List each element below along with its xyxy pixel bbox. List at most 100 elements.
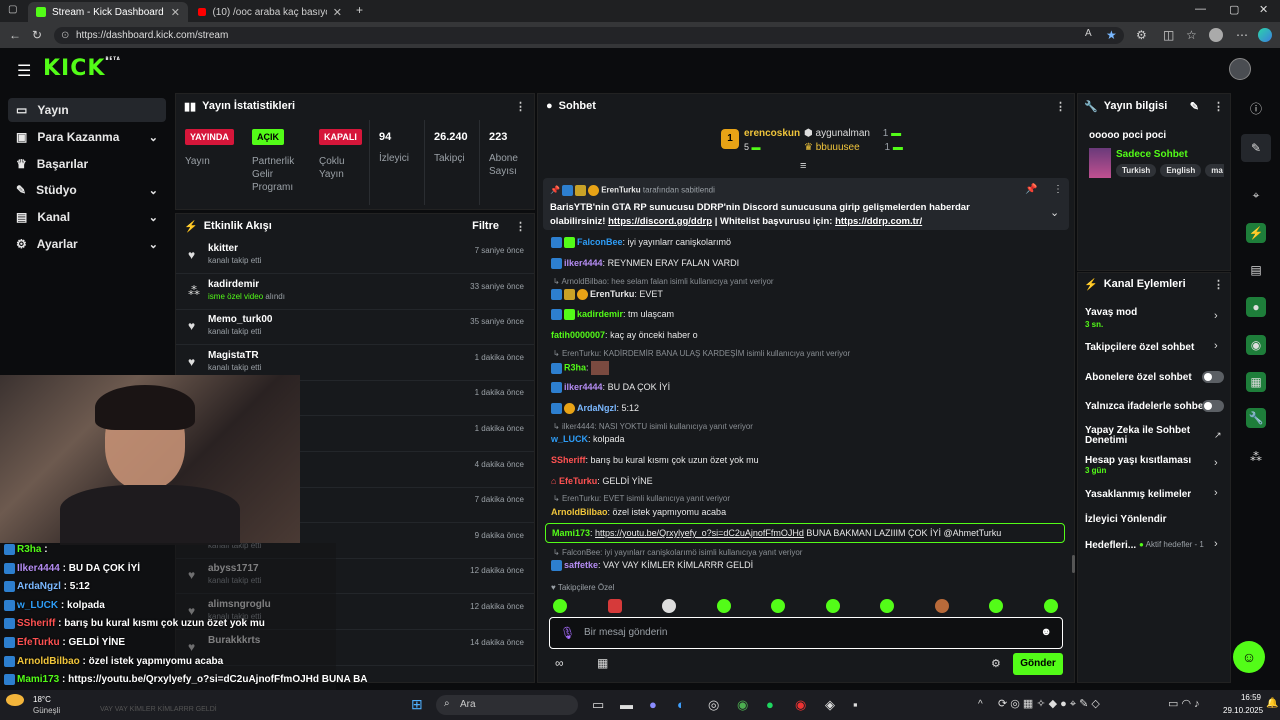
emote-icon[interactable] [989,599,1003,613]
close-window-icon[interactable]: ✕ [1259,3,1268,16]
sidebar-item-basarilar[interactable]: ♛ Başarılar [8,152,166,176]
sidebar-item-studyo[interactable]: ✎ Stüdyo ⌄ [8,178,166,202]
more-options-icon[interactable]: ⋯ [1236,28,1248,42]
taskbar-search[interactable]: ⌕ Ara [436,695,578,715]
emote-icon[interactable] [1043,599,1058,613]
category-name[interactable]: Sadece Sohbet [1116,149,1188,160]
chat-message[interactable]: Mami173: https://youtu.be/Qrxylyefy_o?si… [545,523,1065,543]
chat-message[interactable]: FalconBee: iyi yayınlarr canişkolarımö [551,237,731,249]
tray-chevron-icon[interactable]: ^ [978,699,983,710]
discord-link[interactable]: https://discord.gg/ddrp [608,216,712,227]
chat-message[interactable]: ErenTurku: EVET [551,289,663,301]
sidebar-item-para-kazanma[interactable]: ▣ Para Kazanma ⌄ [8,125,166,149]
chevron-down-icon[interactable]: ⌄ [1050,206,1059,219]
emote-icon[interactable] [553,599,567,613]
chrome-icon[interactable]: ◉ [737,697,748,713]
unpin-icon[interactable]: 📌 [1025,184,1037,195]
chat-bubble-icon[interactable]: ● [1246,297,1266,317]
kick-logo[interactable]: KICKBETA [43,56,121,81]
emote-chat-toggle[interactable] [1202,400,1224,412]
network-volume-icons[interactable]: ▭ ◠ ♪ [1168,697,1200,710]
edit-icon[interactable]: ✎ [1190,100,1199,113]
sidebar-item-yayin[interactable]: ▭ Yayın [8,98,166,122]
activity-user[interactable]: kadirdemir [208,279,259,290]
emote-icon[interactable] [716,599,731,613]
chat-message[interactable]: saffetke: VAY VAY KİMLER KİMLARRR GELDİ [551,560,753,572]
more-vertical-icon[interactable]: ⋮ [1213,100,1224,113]
windows-start-icon[interactable]: ⊞ [411,696,423,713]
message-link[interactable]: https://youtu.be/Qrxylyefy_o?si=dC2uAjno… [595,528,804,538]
activity-user[interactable]: MagistaTR [208,350,259,361]
layout-icon[interactable]: ▦ [1246,372,1266,392]
emote-icon[interactable] [771,599,785,613]
emote-icon[interactable] [662,599,676,613]
chat-message[interactable]: R3ha: [551,361,610,375]
file-explorer-icon[interactable]: ▭ [592,697,604,713]
tab-kick-dashboard[interactable]: Stream - Kick Dashboard ✕ [28,2,188,22]
edge-icon[interactable]: ◐ [677,697,685,712]
activity-item[interactable]: ⁂ kadirdemir isme özel video alındı 33 sani… [176,275,534,310]
expand-leaderboard-icon[interactable]: ≡ [800,160,806,172]
target-icon[interactable]: ⌖ [1246,185,1266,205]
activity-user[interactable]: kkitter [208,243,238,254]
close-tab-icon[interactable]: ✕ [333,6,342,19]
pencil-icon[interactable]: ✎ [1246,138,1266,158]
app-icon-2[interactable]: ◈ [825,697,835,713]
extensions-icon[interactable]: ⚙ [1136,28,1147,42]
sub-chat-toggle[interactable] [1202,371,1224,383]
store-icon[interactable]: ▦ [597,656,608,670]
tag[interactable]: ma [1205,164,1224,177]
spotify-icon[interactable]: ● [766,697,774,712]
emote-icon[interactable] [934,599,949,613]
chat-message[interactable]: ArnoldBilbao: özel istek yapmıyomu acaba [551,507,726,517]
tray-icons[interactable]: ⟳ ◎ ▦ ✧ ◆ ● ⌖ ✎ ◇ [998,697,1100,711]
emote-icon[interactable] [880,599,894,613]
sidebar-item-kanal[interactable]: ▤ Kanal ⌄ [8,205,166,229]
clipboard-icon[interactable]: ▤ [1246,260,1266,280]
new-tab-icon[interactable]: + [356,3,363,17]
broadcast-icon[interactable]: ◉ [1246,335,1266,355]
help-chat-icon[interactable]: ☺ [1233,641,1265,673]
chat-message[interactable]: ilker4444: REYNMEN ERAY FALAN VARDI [551,258,739,270]
maximize-icon[interactable]: ▢ [1229,3,1239,16]
discord-icon[interactable]: ● [649,697,657,712]
chat-message[interactable]: ilker4444: BU DA ÇOK İYİ [551,382,670,394]
chat-message[interactable]: w_LUCK: kolpada [551,434,625,444]
tab-actions-icon[interactable]: ▢ [8,4,17,15]
send-button[interactable]: Gönder [1013,653,1063,675]
top-supporter-name[interactable]: erencoskun [744,128,800,139]
chat-settings-icon[interactable]: ⚙ [991,657,1001,670]
kicks-icon[interactable]: ∞ [555,656,564,670]
more-vertical-icon[interactable]: ⋮ [1213,278,1224,291]
tab-youtube[interactable]: (10) /ooc araba kaç basıyor? | Fiv ✕ [190,2,350,22]
chat-scrollbar[interactable] [1072,555,1075,573]
notification-bell-icon[interactable]: 🔔 [1266,698,1278,709]
profile-avatar-icon[interactable] [1209,28,1223,42]
chevron-right-icon[interactable]: › [1214,310,1218,322]
split-screen-icon[interactable]: ◫ [1163,28,1174,42]
clock-time[interactable]: 16:59 [1223,693,1261,702]
app-icon[interactable]: ◎ [708,697,719,713]
whitelist-link[interactable]: https://ddrp.com.tr/ [835,216,922,227]
chat-message[interactable]: fatih0000007: kaç ay önceki haber o [551,330,698,340]
emote-icon[interactable] [825,599,840,613]
sidebar-item-ayarlar[interactable]: ⚙ Ayarlar ⌄ [8,232,166,256]
app-icon-3[interactable]: ▪ [853,697,858,712]
url-field[interactable]: ⊙ https://dashboard.kick.com/stream [54,27,1124,44]
activity-item[interactable]: ♥ kkitter kanalı takip etti 7 saniye önce [176,239,534,274]
more-vertical-icon[interactable]: ⋮ [1053,184,1063,195]
close-tab-icon[interactable]: ✕ [171,6,180,19]
favorites-icon[interactable]: ☆ [1186,28,1197,42]
chat-message[interactable]: ArdaNgzl: 5:12 [551,403,639,415]
site-info-icon[interactable]: ⊙ [61,27,69,44]
emote-icon[interactable] [607,599,622,613]
copilot-icon[interactable] [1258,28,1272,42]
microphone-icon[interactable]: 🎙 [560,626,575,640]
top-supporter-2[interactable]: ⬢ aygunalman 1 ▬ [804,128,901,139]
hamburger-menu-icon[interactable]: ☰ [17,61,31,81]
read-aloud-icon[interactable]: A [1085,28,1092,39]
info-icon[interactable]: ⓘ [1246,99,1266,119]
wrench-icon[interactable]: 🔧 [1246,408,1266,428]
chevron-right-icon[interactable]: › [1214,487,1218,499]
chat-message[interactable]: kadirdemir: tm ulaşcam [551,309,674,321]
